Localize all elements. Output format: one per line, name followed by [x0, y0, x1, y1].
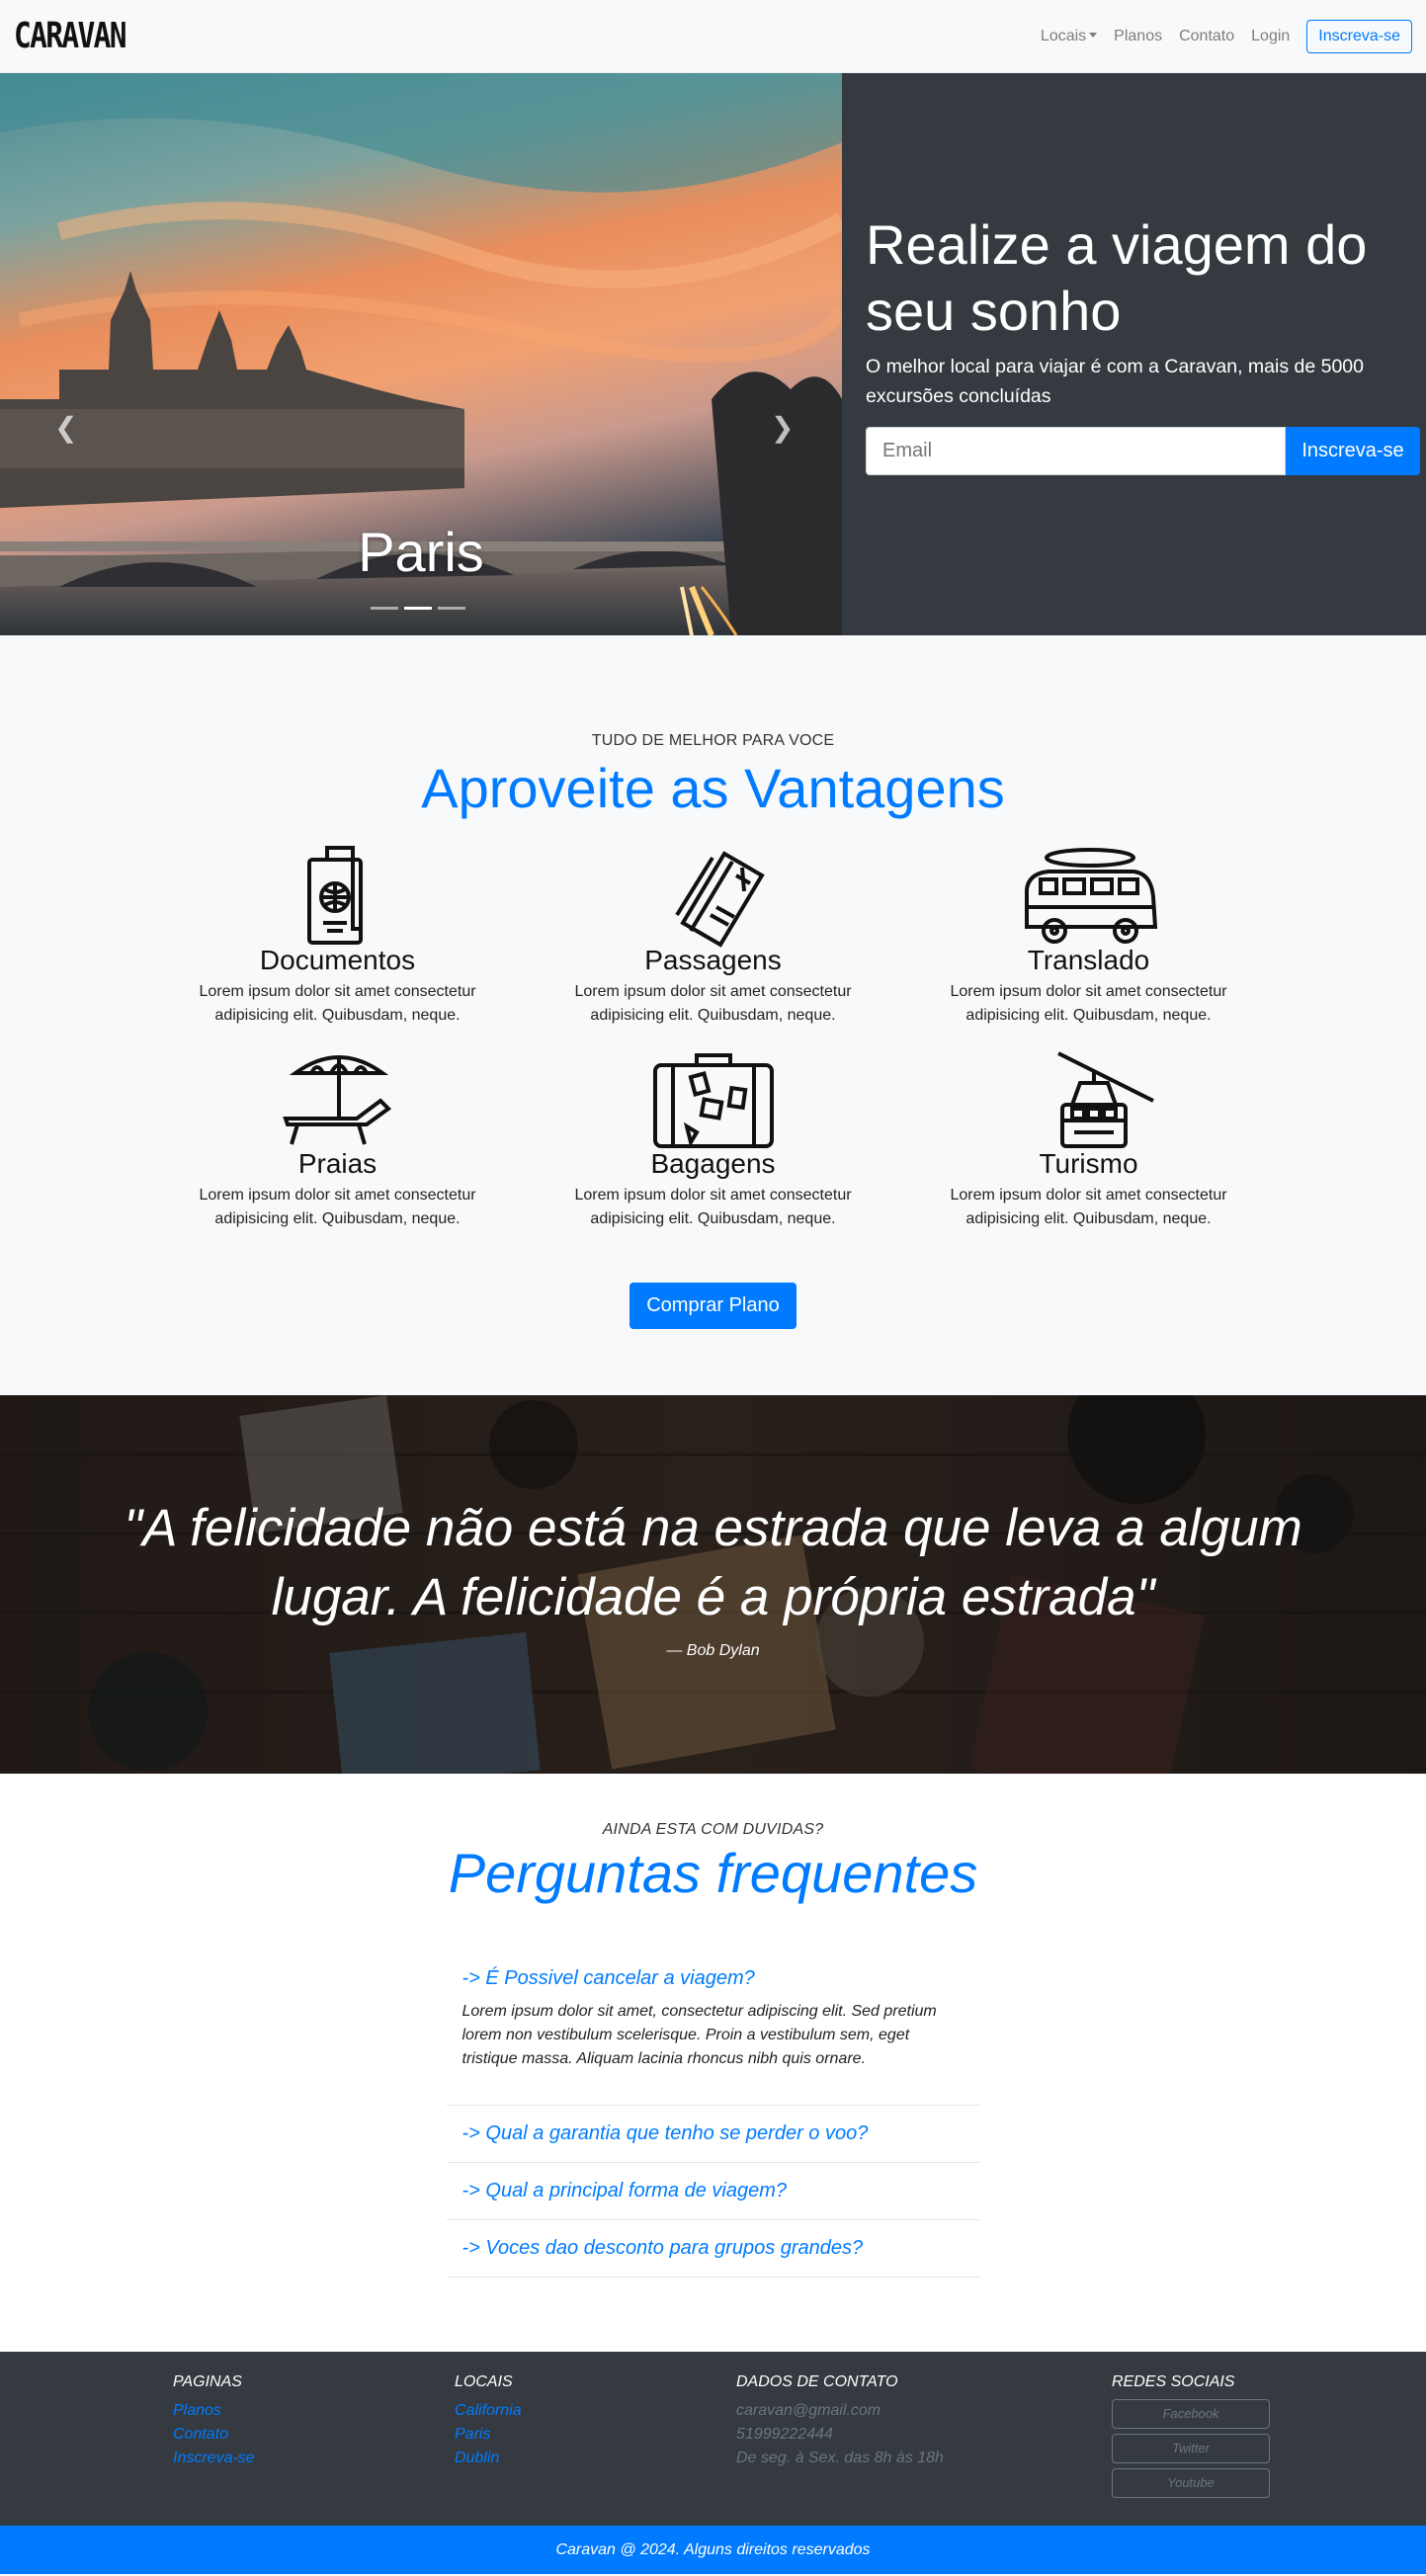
carousel: Paris ❮ ❯	[0, 73, 842, 635]
feature-text: Lorem ipsum dolor sit amet consectetur a…	[199, 983, 476, 1024]
quote-text: "A felicidade não está na estrada que le…	[124, 1499, 1302, 1626]
hero-title: Realize a viagem do seu sonho	[866, 213, 1368, 342]
footer-link-paris[interactable]: Paris	[455, 2423, 522, 2447]
feature-text: Lorem ipsum dolor sit amet consectetur a…	[574, 1187, 852, 1227]
footer-pages-title: PAGINAS	[173, 2373, 242, 2390]
footer-link-california[interactable]: California	[455, 2399, 522, 2423]
quote-section: "A felicidade não está na estrada que le…	[0, 1395, 1426, 1774]
carousel-prev-icon[interactable]: ❮	[54, 411, 77, 444]
footer: PAGINAS Planos Contato Inscreva-se LOCAI…	[0, 2352, 1426, 2526]
footer-places-column: LOCAIS California Paris Dublin	[455, 2373, 522, 2470]
faq-item: -> É Possivel cancelar a viagem? Lorem i…	[446, 1951, 980, 2106]
footer-pages-column: PAGINAS Planos Contato Inscreva-se	[173, 2373, 255, 2470]
faq-kicker: AINDA ESTA COM DUVIDAS?	[602, 1821, 824, 1838]
hero: Paris ❮ ❯ Realize a viagem do seu sonho …	[0, 73, 1426, 635]
feature-card: Turismo Lorem ipsum dolor sit amet conse…	[901, 1049, 1277, 1253]
feature-title: Translado	[1027, 945, 1150, 975]
features-grid: Documentos Lorem ipsum dolor sit amet co…	[150, 846, 1277, 1253]
feature-card: Praias Lorem ipsum dolor sit amet consec…	[150, 1049, 526, 1253]
quote-author: — Bob Dylan	[666, 1642, 760, 1659]
footer-social-title: REDES SOCIAIS	[1112, 2373, 1235, 2390]
carousel-next-icon[interactable]: ❯	[771, 411, 794, 444]
email-input[interactable]	[866, 427, 1286, 475]
hero-subtitle: O melhor local para viajar é com a Carav…	[866, 356, 1364, 407]
feature-card: Documentos Lorem ipsum dolor sit amet co…	[150, 846, 526, 1049]
nav-signup-button[interactable]: Inscreva-se	[1306, 19, 1412, 53]
youtube-button[interactable]: Youtube	[1112, 2468, 1270, 2498]
feature-card: Bagagens Lorem ipsum dolor sit amet cons…	[526, 1049, 901, 1253]
feature-title: Documentos	[259, 945, 416, 975]
features-section: TUDO DE MELHOR PARA VOCE Aproveite as Va…	[0, 635, 1426, 1395]
feature-text: Lorem ipsum dolor sit amet consectetur a…	[950, 983, 1227, 1024]
faq-item: -> Qual a principal forma de viagem?	[446, 2163, 980, 2220]
carousel-indicator-3[interactable]	[438, 607, 465, 610]
hero-signup-panel: Realize a viagem do seu sonho O melhor l…	[842, 73, 1426, 635]
beach-chair-icon	[282, 1055, 391, 1145]
faq-item: -> Voces dao desconto para grupos grande…	[446, 2220, 980, 2278]
signup-form: Inscreva-se	[866, 427, 1420, 475]
suitcase-icon	[652, 1053, 774, 1148]
footer-social-column: REDES SOCIAIS Facebook Twitter Youtube	[1112, 2373, 1270, 2503]
faq-question[interactable]: -> Voces dao desconto para grupos grande…	[447, 2220, 980, 2277]
footer-link-planos[interactable]: Planos	[173, 2399, 255, 2423]
faq-question[interactable]: -> Qual a principal forma de viagem?	[447, 2163, 980, 2219]
footer-contact-email: caravan@gmail.com	[736, 2402, 881, 2419]
van-icon	[1024, 848, 1157, 944]
footer-contact-hours: De seg. à Sex. das 8h às 18h	[736, 2450, 944, 2466]
feature-text: Lorem ipsum dolor sit amet consectetur a…	[574, 983, 852, 1024]
navbar: CARAVAN Locais Planos Contato Login Insc…	[0, 0, 1426, 73]
feature-card: Translado Lorem ipsum dolor sit amet con…	[901, 846, 1277, 1049]
faq-accordion: -> É Possivel cancelar a viagem? Lorem i…	[446, 1951, 980, 2278]
feature-text: Lorem ipsum dolor sit amet consectetur a…	[950, 1187, 1227, 1227]
brand-logo[interactable]: CARAVAN	[14, 16, 127, 56]
feature-title: Bagagens	[650, 1148, 776, 1179]
carousel-indicator-1[interactable]	[371, 607, 398, 610]
nav-contato[interactable]: Contato	[1179, 28, 1234, 45]
feature-title: Praias	[297, 1148, 377, 1179]
caret-down-icon	[1089, 32, 1098, 38]
nav-login[interactable]: Login	[1251, 28, 1290, 45]
passport-icon	[306, 846, 363, 945]
twitter-button[interactable]: Twitter	[1112, 2434, 1270, 2463]
cable-car-icon	[1056, 1051, 1154, 1148]
faq-question[interactable]: -> Qual a garantia que tenho se perder o…	[447, 2106, 980, 2162]
faq-answer: Lorem ipsum dolor sit amet, consectetur …	[461, 2003, 937, 2067]
faq-item: -> Qual a garantia que tenho se perder o…	[446, 2106, 980, 2163]
features-kicker: TUDO DE MELHOR PARA VOCE	[591, 732, 835, 749]
carousel-caption: Paris	[358, 521, 484, 583]
footer-contact-column: DADOS DE CONTATO caravan@gmail.com 51999…	[736, 2373, 944, 2470]
faq-title: Perguntas frequentes	[448, 1842, 978, 1904]
copyright-bar: Caravan @ 2024. Alguns direitos reservad…	[0, 2526, 1426, 2574]
feature-card: Passagens Lorem ipsum dolor sit amet con…	[526, 846, 901, 1049]
nav-locais-dropdown[interactable]: Locais	[1040, 27, 1098, 45]
footer-link-dublin[interactable]: Dublin	[455, 2447, 522, 2470]
feature-title: Passagens	[644, 945, 782, 975]
carousel-indicator-2[interactable]	[404, 607, 432, 610]
signup-button[interactable]: Inscreva-se	[1286, 427, 1420, 475]
feature-title: Turismo	[1039, 1148, 1138, 1179]
nav-planos[interactable]: Planos	[1114, 28, 1162, 45]
footer-link-contato[interactable]: Contato	[173, 2423, 255, 2447]
footer-places-title: LOCAIS	[455, 2373, 513, 2390]
ticket-icon	[674, 851, 765, 948]
facebook-button[interactable]: Facebook	[1112, 2399, 1270, 2429]
feature-text: Lorem ipsum dolor sit amet consectetur a…	[199, 1187, 476, 1227]
faq-section: AINDA ESTA COM DUVIDAS? Perguntas freque…	[0, 1774, 1426, 2352]
footer-contact-phone: 51999222444	[736, 2426, 833, 2443]
carousel-indicators	[371, 607, 465, 610]
nav-links: Locais Planos Contato Login Inscreva-se	[1024, 19, 1412, 53]
footer-contact-title: DADOS DE CONTATO	[736, 2373, 898, 2390]
buy-plan-button[interactable]: Comprar Plano	[629, 1283, 797, 1329]
nav-locais-label: Locais	[1040, 27, 1087, 44]
faq-question[interactable]: -> É Possivel cancelar a viagem?	[447, 1951, 980, 2000]
features-title: Aproveite as Vantagens	[421, 757, 1005, 819]
footer-link-inscreva-se[interactable]: Inscreva-se	[173, 2447, 255, 2470]
quote-content: "A felicidade não está na estrada que le…	[0, 1494, 1426, 1660]
